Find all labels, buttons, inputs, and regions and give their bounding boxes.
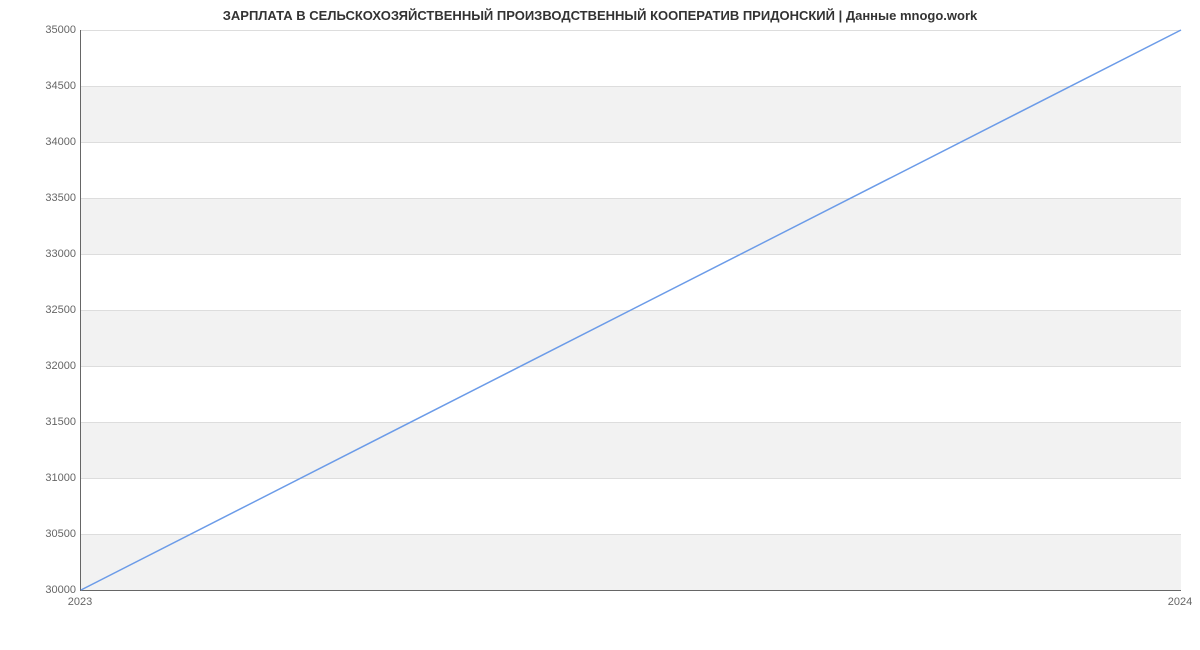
y-tick-label: 33000	[38, 248, 76, 260]
y-tick-label: 33500	[38, 192, 76, 204]
y-tick-label: 30500	[38, 528, 76, 540]
y-tick-label: 35000	[38, 24, 76, 36]
chart-line-layer	[81, 30, 1181, 590]
x-tick-label: 2024	[1168, 596, 1192, 608]
series-line	[81, 30, 1181, 590]
x-tick-label: 2023	[68, 596, 92, 608]
y-tick-label: 34000	[38, 136, 76, 148]
y-tick-label: 31500	[38, 416, 76, 428]
y-tick-label: 34500	[38, 80, 76, 92]
y-tick-label: 30000	[38, 584, 76, 596]
y-tick-label: 32000	[38, 360, 76, 372]
chart-title: ЗАРПЛАТА В СЕЛЬСКОХОЗЯЙСТВЕННЫЙ ПРОИЗВОД…	[0, 8, 1200, 23]
plot-area	[80, 30, 1181, 591]
y-tick-label: 31000	[38, 472, 76, 484]
y-tick-label: 32500	[38, 304, 76, 316]
